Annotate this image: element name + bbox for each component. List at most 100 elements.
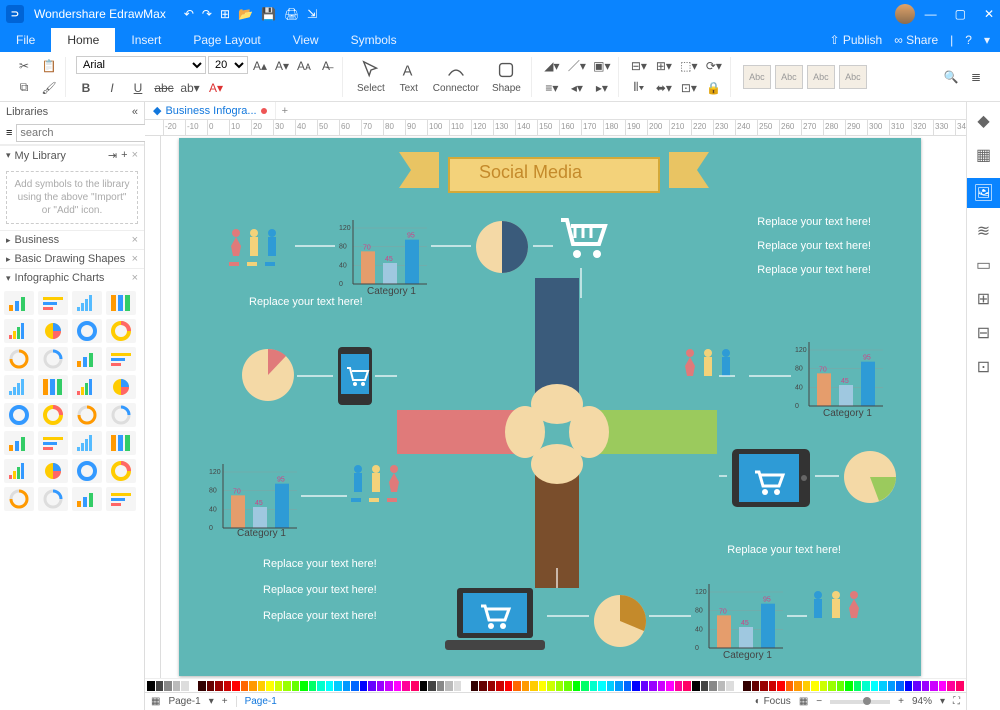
grid-panel-icon[interactable]: ▦ <box>973 144 995 166</box>
shape-tool[interactable]: Shape <box>488 59 525 94</box>
import-icon[interactable]: ⇥ <box>108 149 117 162</box>
lettercase-icon[interactable]: Aᴀ <box>294 56 314 76</box>
close-icon[interactable]: ✕ <box>984 7 994 21</box>
style-swatch[interactable]: Abc <box>775 65 803 89</box>
history-panel-icon[interactable]: ⊡ <box>973 356 995 378</box>
print-icon[interactable]: 🖨 <box>284 7 299 21</box>
underline-icon[interactable]: U <box>128 78 148 98</box>
export-icon[interactable]: ⇲ <box>307 7 317 21</box>
style-swatch[interactable]: Abc <box>807 65 835 89</box>
shape-thumbnail[interactable] <box>4 403 34 427</box>
page[interactable]: Social Media Replace your text here! Rep… <box>179 138 921 676</box>
undo-icon[interactable]: ↶ <box>184 7 194 21</box>
font-color-icon[interactable]: A▾ <box>206 78 226 98</box>
fill-icon[interactable]: ◢▾ <box>542 56 562 76</box>
image-panel-icon[interactable]: 🖼 <box>967 178 1000 208</box>
font-select[interactable]: Arial <box>76 56 206 74</box>
bold-icon[interactable]: B <box>76 78 96 98</box>
align-icon[interactable]: ⊟▾ <box>629 56 649 76</box>
rotate-icon[interactable]: ⟳▾ <box>704 56 724 76</box>
canvas[interactable]: Social Media Replace your text here! Rep… <box>161 136 966 678</box>
minimize-icon[interactable]: — <box>925 7 937 21</box>
menu-page-layout[interactable]: Page Layout <box>177 28 276 52</box>
italic-icon[interactable]: I <box>102 78 122 98</box>
linestyle-icon[interactable]: ≡▾ <box>542 78 562 98</box>
help-icon[interactable]: ? <box>965 33 972 47</box>
shape-thumbnail[interactable] <box>4 431 34 455</box>
shape-thumbnail[interactable] <box>106 431 136 455</box>
user-avatar[interactable] <box>895 4 915 24</box>
layout-icon[interactable]: ▦ <box>151 696 160 707</box>
shape-thumbnail[interactable] <box>72 487 102 511</box>
menu-home[interactable]: Home <box>51 28 115 52</box>
order-icon[interactable]: ⬚▾ <box>679 56 699 76</box>
find-icon[interactable]: 🔍 <box>941 67 961 87</box>
shape-thumbnail[interactable] <box>4 375 34 399</box>
page-tab[interactable]: Page-1 <box>236 696 277 707</box>
new-icon[interactable]: ⊞ <box>220 7 230 21</box>
close-cat-icon[interactable]: × <box>132 272 138 284</box>
shape-thumbnail[interactable] <box>38 487 68 511</box>
distribute-icon[interactable]: ⫴▾ <box>629 78 649 98</box>
connector-tool[interactable]: Connector <box>429 59 483 94</box>
shape-thumbnail[interactable] <box>4 487 34 511</box>
cut-icon[interactable]: ✂ <box>14 56 34 76</box>
redo-icon[interactable]: ↷ <box>202 7 212 21</box>
fullscreen-icon[interactable]: ⛶ <box>953 696 960 707</box>
menu-file[interactable]: File <box>0 28 51 52</box>
shape-thumbnail[interactable] <box>4 347 34 371</box>
library-search-input[interactable] <box>16 124 166 142</box>
lock-icon[interactable]: 🔒 <box>704 78 724 98</box>
arrowend-icon[interactable]: ▸▾ <box>592 78 612 98</box>
view-grid-icon[interactable]: ▦ <box>799 696 808 707</box>
close-cat-icon[interactable]: × <box>132 149 138 162</box>
zoom-in-button[interactable]: + <box>898 696 904 707</box>
page-selector[interactable]: Page-1 <box>168 696 200 707</box>
shape-thumbnail[interactable] <box>38 375 68 399</box>
chevron-down-icon[interactable]: ▾ <box>984 33 990 47</box>
shape-thumbnail[interactable] <box>4 319 34 343</box>
select-tool[interactable]: Select <box>353 59 389 94</box>
shape-thumbnail[interactable] <box>38 319 68 343</box>
shape-thumbnail[interactable] <box>106 347 136 371</box>
copy-icon[interactable]: ⧉ <box>14 78 34 98</box>
shape-thumbnail[interactable] <box>38 347 68 371</box>
strike-icon[interactable]: abc <box>154 78 174 98</box>
paste-icon[interactable]: 📋 <box>39 56 59 76</box>
publish-button[interactable]: ⇧ Publish <box>829 33 882 47</box>
color-palette-bar[interactable] <box>145 678 966 692</box>
line-icon[interactable]: ／▾ <box>567 56 587 76</box>
style-swatch[interactable]: Abc <box>743 65 771 89</box>
center-icon[interactable]: ⊡▾ <box>679 78 699 98</box>
layers-panel-icon[interactable]: ≋ <box>973 220 995 242</box>
shape-thumbnail[interactable] <box>106 291 136 315</box>
share-button[interactable]: ∞ Share <box>894 33 938 47</box>
new-tab-button[interactable]: + <box>276 105 294 117</box>
highlight-icon[interactable]: ab▾ <box>180 78 200 98</box>
layers-icon[interactable]: ≣ <box>966 67 986 87</box>
shape-thumbnail[interactable] <box>38 459 68 483</box>
zoom-dropdown-icon[interactable]: ▾ <box>940 696 945 707</box>
shape-thumbnail[interactable] <box>72 459 102 483</box>
menu-symbols[interactable]: Symbols <box>335 28 413 52</box>
clear-format-icon[interactable]: A̶ <box>316 56 336 76</box>
lib-category-infographic[interactable]: Infographic Charts× <box>0 268 144 287</box>
font-shrink-icon[interactable]: A▾ <box>272 56 292 76</box>
close-cat-icon[interactable]: × <box>132 253 138 265</box>
shape-thumbnail[interactable] <box>72 431 102 455</box>
font-grow-icon[interactable]: A▴ <box>250 56 270 76</box>
add-icon[interactable]: + <box>121 149 127 162</box>
document-tab[interactable]: ◆Business Infogra... <box>145 102 276 119</box>
lib-category-business[interactable]: Business× <box>0 230 144 249</box>
style-swatch[interactable]: Abc <box>839 65 867 89</box>
zoom-out-button[interactable]: − <box>816 696 822 707</box>
lib-category-my-library[interactable]: My Library⇥+× <box>0 145 144 165</box>
collapse-icon[interactable]: « <box>132 106 138 118</box>
group-icon[interactable]: ⊞▾ <box>654 56 674 76</box>
size-icon[interactable]: ⬌▾ <box>654 78 674 98</box>
add-page-button[interactable]: + <box>222 696 228 707</box>
shape-thumbnail[interactable] <box>72 403 102 427</box>
shape-thumbnail[interactable] <box>72 291 102 315</box>
shape-thumbnail[interactable] <box>38 431 68 455</box>
page-dropdown-icon[interactable]: ▾ <box>209 696 214 707</box>
